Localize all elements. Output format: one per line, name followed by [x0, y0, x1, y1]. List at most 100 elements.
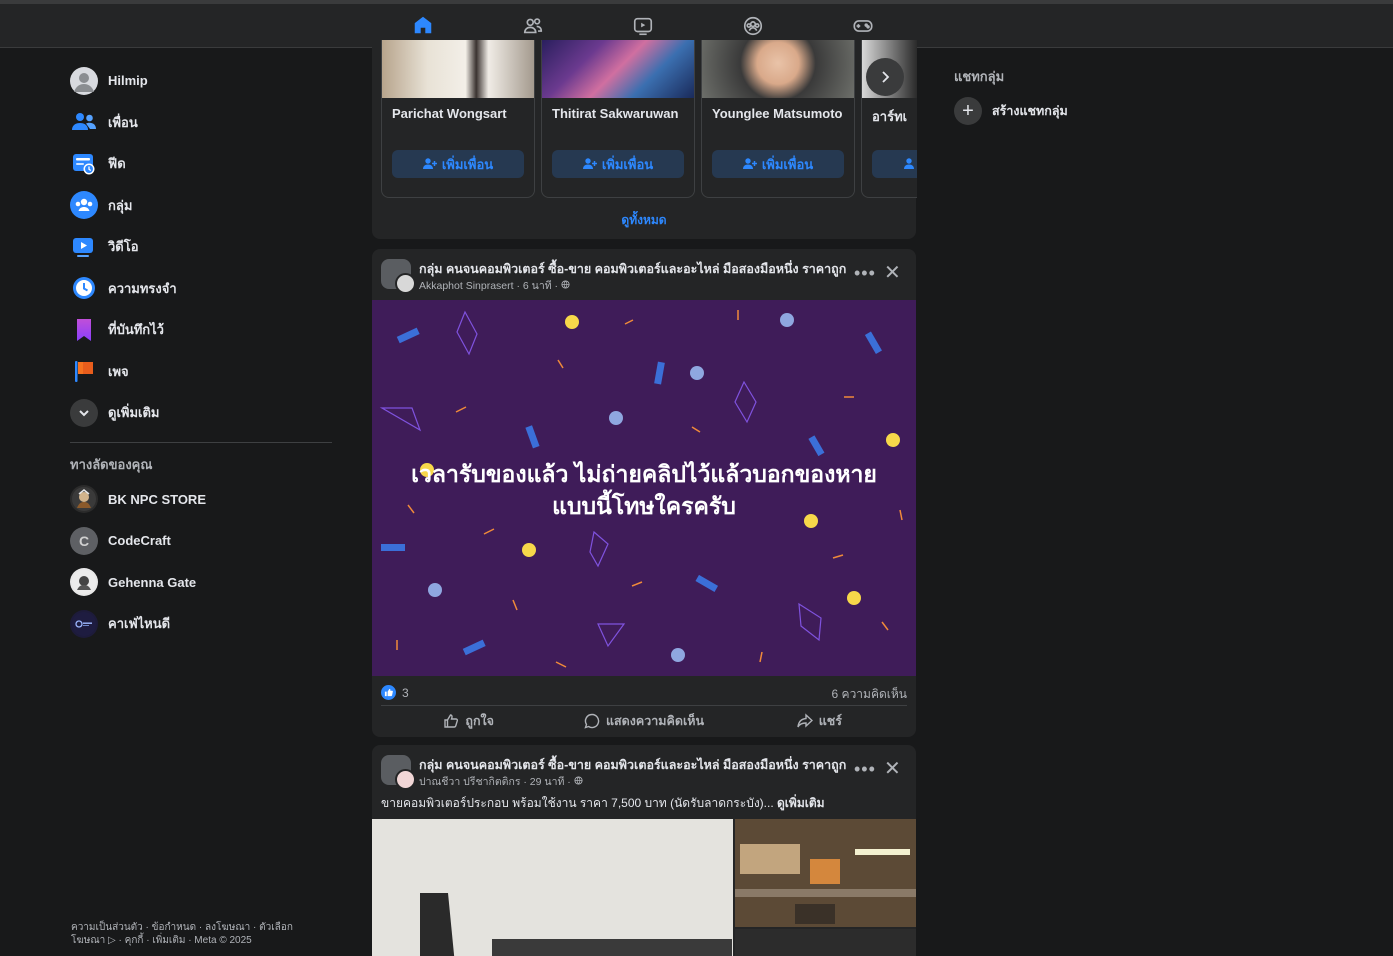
- sidebar-item-label: วิดีโอ: [108, 239, 139, 255]
- shortcut-item[interactable]: C CodeCraft: [62, 520, 342, 562]
- globe-icon: [561, 280, 570, 289]
- add-friend-icon: [904, 158, 914, 169]
- person-photo: [542, 40, 694, 98]
- suggestion-card[interactable]: Thitirat Sakwaruwan เพิ่มเพื่อน: [541, 40, 695, 198]
- chevron-down-icon: [70, 398, 98, 427]
- shortcut-avatar: [70, 485, 98, 514]
- person-name[interactable]: Thitirat Sakwaruwan: [542, 98, 694, 121]
- sidebar-item-profile[interactable]: Hilmip: [62, 60, 342, 102]
- gaming-icon: [853, 20, 873, 32]
- photo-content: [420, 893, 732, 956]
- shortcut-label: คาเฟ่ไหนดี: [108, 616, 171, 632]
- sidebar-item-feed[interactable]: ฟีด: [62, 143, 342, 185]
- photo-content: [735, 819, 916, 927]
- sidebar-item-label: ความทรงจำ: [108, 280, 177, 296]
- sidebar-item-saved[interactable]: ที่บันทึกไว้: [62, 309, 342, 351]
- comment-label: แสดงความคิดเห็น: [605, 714, 705, 728]
- shortcut-avatar: [70, 609, 98, 638]
- sidebar-item-label: เพื่อน: [108, 114, 138, 130]
- feed-post: กลุ่ม คนจนคอมพิวเตอร์ ซื้อ-ขาย คอมพิวเตอ…: [372, 249, 916, 737]
- friends-icon: [70, 108, 98, 136]
- groups-icon: [70, 191, 98, 220]
- add-friend-icon: [742, 158, 757, 169]
- video-icon: [633, 17, 653, 36]
- post-meta: Akkaphot Sinprasert · 6 นาที ·: [419, 277, 570, 294]
- post-header: กลุ่ม คนจนคอมพิวเตอร์ ซื้อ-ขาย คอมพิวเตอ…: [372, 745, 916, 795]
- sidebar-item-friends[interactable]: เพื่อน: [62, 102, 342, 144]
- post-text: เวลารับของแล้ว ไม่ถ่ายคลิปไว้แล้วบอกของห…: [411, 461, 877, 519]
- footer-links-line1[interactable]: ความเป็นส่วนตัว · ข้อกำหนด · ลงโฆษณา · ต…: [71, 921, 321, 934]
- post-photo[interactable]: [372, 819, 733, 956]
- post-actions: ถูกใจ แสดงความคิดเห็น แชร์: [381, 705, 907, 736]
- post-meta: ปาณชีวา ปรีชากิตติกร · 29 นาที ·: [419, 773, 583, 790]
- footer-links-line2[interactable]: โฆษณา ▷ · คุกกี้ · เพิ่มเติม · Meta © 20…: [71, 934, 321, 947]
- add-friend-button[interactable]: เพิ่มเพื่อน: [392, 150, 524, 178]
- author-avatar[interactable]: [395, 769, 416, 790]
- person-name[interactable]: อาร์ทเ: [862, 98, 917, 127]
- post-header: กลุ่ม คนจนคอมพิวเตอร์ ซื้อ-ขาย คอมพิวเตอ…: [372, 249, 916, 299]
- like-icon: [444, 714, 459, 728]
- group-name[interactable]: กลุ่ม คนจนคอมพิวเตอร์ ซื้อ-ขาย คอมพิวเตอ…: [419, 259, 846, 279]
- people-you-may-know-card: Parichat Wongsart เพิ่มเพื่อน Thitirat S…: [372, 40, 917, 239]
- globe-icon: [574, 776, 583, 785]
- add-friend-button[interactable]: [872, 150, 917, 178]
- comment-count[interactable]: 6 ความคิดเห็น: [832, 685, 907, 704]
- sidebar-item-label: กลุ่ม: [108, 197, 133, 213]
- add-friend-label: เพิ่มเพื่อน: [601, 156, 654, 172]
- suggestion-card[interactable]: Parichat Wongsart เพิ่มเพื่อน: [381, 40, 535, 198]
- like-button[interactable]: ถูกใจ: [381, 706, 556, 736]
- shortcut-label: Gehenna Gate: [108, 574, 197, 590]
- close-icon[interactable]: ✕: [884, 756, 901, 781]
- more-options-icon[interactable]: •••: [854, 263, 876, 284]
- sidebar-item-pages[interactable]: เพจ: [62, 351, 342, 393]
- author-avatar[interactable]: [395, 273, 416, 294]
- group-chats-title: แชทกลุ่ม: [954, 68, 1005, 84]
- saved-icon: [70, 316, 98, 344]
- post-text: ขายคอมพิวเตอร์ประกอบ พร้อมใช้งาน ราคา 7,…: [381, 796, 774, 810]
- sidebar-item-label: เพจ: [108, 363, 129, 379]
- shortcut-item[interactable]: คาเฟ่ไหนดี: [62, 603, 342, 645]
- sidebar-item-video[interactable]: วิดีโอ: [62, 226, 342, 268]
- like-reaction-icon: [381, 685, 396, 700]
- chevron-right-icon: [882, 71, 890, 83]
- share-label: แชร์: [818, 714, 842, 728]
- shortcut-item[interactable]: BK NPC STORE: [62, 479, 342, 521]
- sidebar-divider: [70, 441, 332, 443]
- see-all-link[interactable]: ดูทั้งหมด: [372, 211, 916, 230]
- create-group-chat-label: สร้างแชทกลุ่ม: [992, 104, 1068, 118]
- author-and-time[interactable]: ปาณชีวา ปรีชากิตติกร · 29 นาที ·: [419, 776, 574, 788]
- post-photo[interactable]: [735, 819, 916, 927]
- suggestion-card[interactable]: Younglee Matsumoto เพิ่มเพื่อน: [701, 40, 855, 198]
- reaction-summary[interactable]: 3: [381, 685, 409, 700]
- sidebar-item-see-more[interactable]: ดูเพิ่มเติม: [62, 392, 342, 434]
- like-label: ถูกใจ: [465, 714, 494, 728]
- sidebar-item-memories[interactable]: ความทรงจำ: [62, 268, 342, 310]
- create-group-chat-button[interactable]: + สร้างแชทกลุ่ม: [946, 92, 1246, 130]
- sidebar-item-groups[interactable]: กลุ่ม: [62, 185, 342, 227]
- shortcut-item[interactable]: Gehenna Gate: [62, 562, 342, 604]
- pages-icon: [70, 357, 98, 385]
- shortcut-avatar: [70, 568, 98, 597]
- more-options-icon[interactable]: •••: [854, 759, 876, 780]
- person-photo: [702, 40, 854, 98]
- add-friend-button[interactable]: เพิ่มเพื่อน: [552, 150, 684, 178]
- sidebar-item-label: ที่บันทึกไว้: [108, 322, 164, 338]
- feed-post: กลุ่ม คนจนคอมพิวเตอร์ ซื้อ-ขาย คอมพิวเตอ…: [372, 745, 916, 956]
- close-icon[interactable]: ✕: [884, 260, 901, 285]
- group-name[interactable]: กลุ่ม คนจนคอมพิวเตอร์ ซื้อ-ขาย คอมพิวเตอ…: [419, 755, 846, 775]
- share-button[interactable]: แชร์: [732, 706, 907, 736]
- add-friend-label: เพิ่มเพื่อน: [761, 156, 814, 172]
- post-photo[interactable]: [735, 929, 916, 956]
- comment-button[interactable]: แสดงความคิดเห็น: [556, 706, 731, 736]
- sidebar-item-label: ฟีด: [108, 156, 126, 172]
- see-more-link[interactable]: ดูเพิ่มเติม: [777, 796, 825, 810]
- person-name[interactable]: Younglee Matsumoto: [702, 98, 854, 121]
- like-count: 3: [402, 685, 409, 700]
- person-name[interactable]: Parichat Wongsart: [382, 98, 534, 121]
- avatar: [70, 66, 98, 95]
- author-and-time[interactable]: Akkaphot Sinprasert · 6 นาที ·: [419, 280, 561, 292]
- carousel-next-button[interactable]: [866, 58, 904, 96]
- post-body: ขายคอมพิวเตอร์ประกอบ พร้อมใช้งาน ราคา 7,…: [381, 794, 825, 813]
- memories-icon: [70, 274, 98, 302]
- add-friend-button[interactable]: เพิ่มเพื่อน: [712, 150, 844, 178]
